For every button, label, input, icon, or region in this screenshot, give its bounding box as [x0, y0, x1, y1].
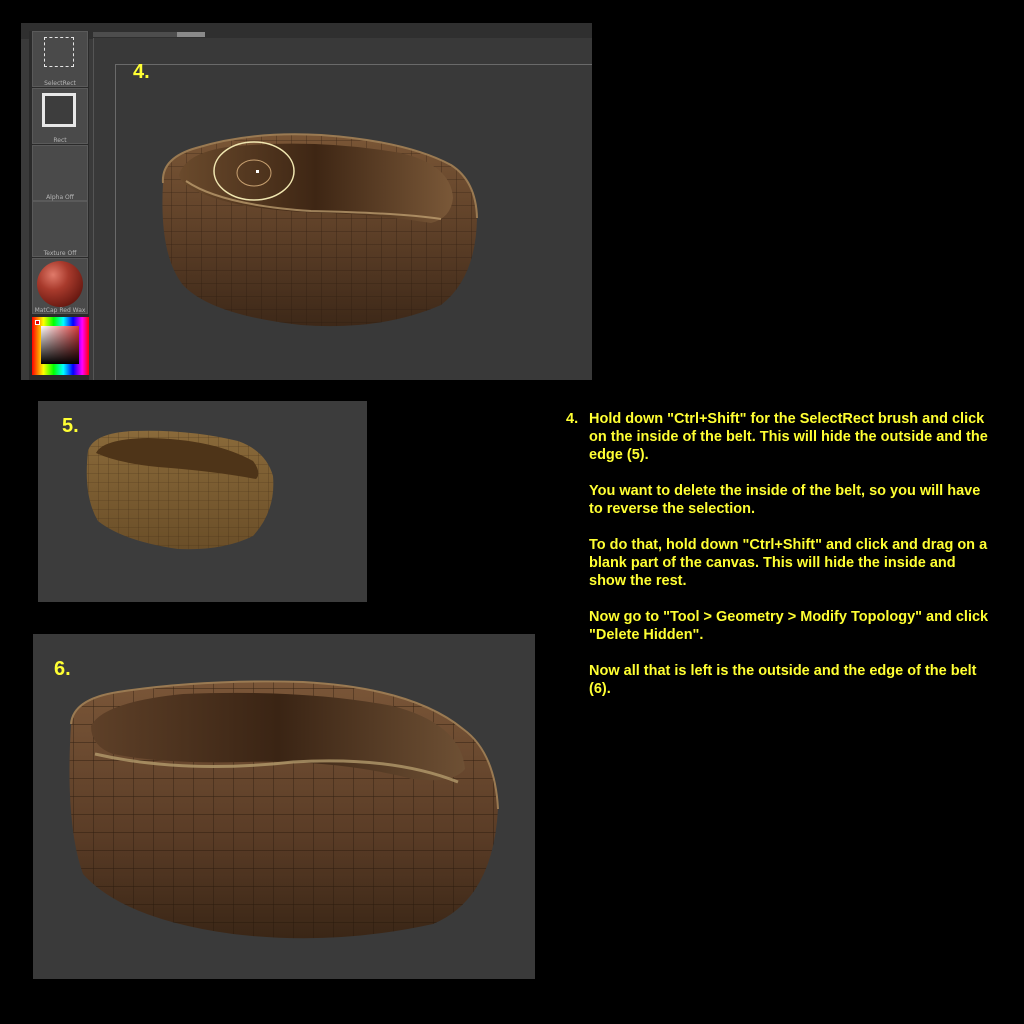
belt-model[interactable] — [21, 23, 592, 380]
brush-cursor-dot — [256, 170, 259, 173]
instruction-paragraph: Now all that is left is the outside and … — [589, 663, 977, 697]
editor-screenshot-step-4: SelectRect Rect Alpha Off Texture Off Ma… — [21, 23, 592, 380]
step-4-label: 4. — [133, 61, 150, 83]
instructions-text: 4. Hold down "Ctrl+Shift" for the Select… — [566, 410, 996, 716]
belt-model-step-5 — [86, 430, 274, 550]
step-5-label: 5. — [62, 415, 79, 437]
instruction-paragraph: To do that, hold down "Ctrl+Shift" and c… — [589, 537, 988, 589]
screenshot-step-6: 6. — [33, 634, 535, 979]
instruction-step-number: 4. — [566, 411, 579, 427]
belt-model-step-6 — [69, 680, 499, 939]
screenshot-step-5: 5. — [38, 401, 367, 602]
step-6-label: 6. — [54, 658, 71, 680]
instruction-paragraph: Now go to "Tool > Geometry > Modify Topo… — [589, 609, 989, 643]
instruction-paragraph: Hold down "Ctrl+Shift" for the SelectRec… — [589, 411, 988, 463]
instruction-paragraph: You want to delete the inside of the bel… — [589, 483, 981, 517]
